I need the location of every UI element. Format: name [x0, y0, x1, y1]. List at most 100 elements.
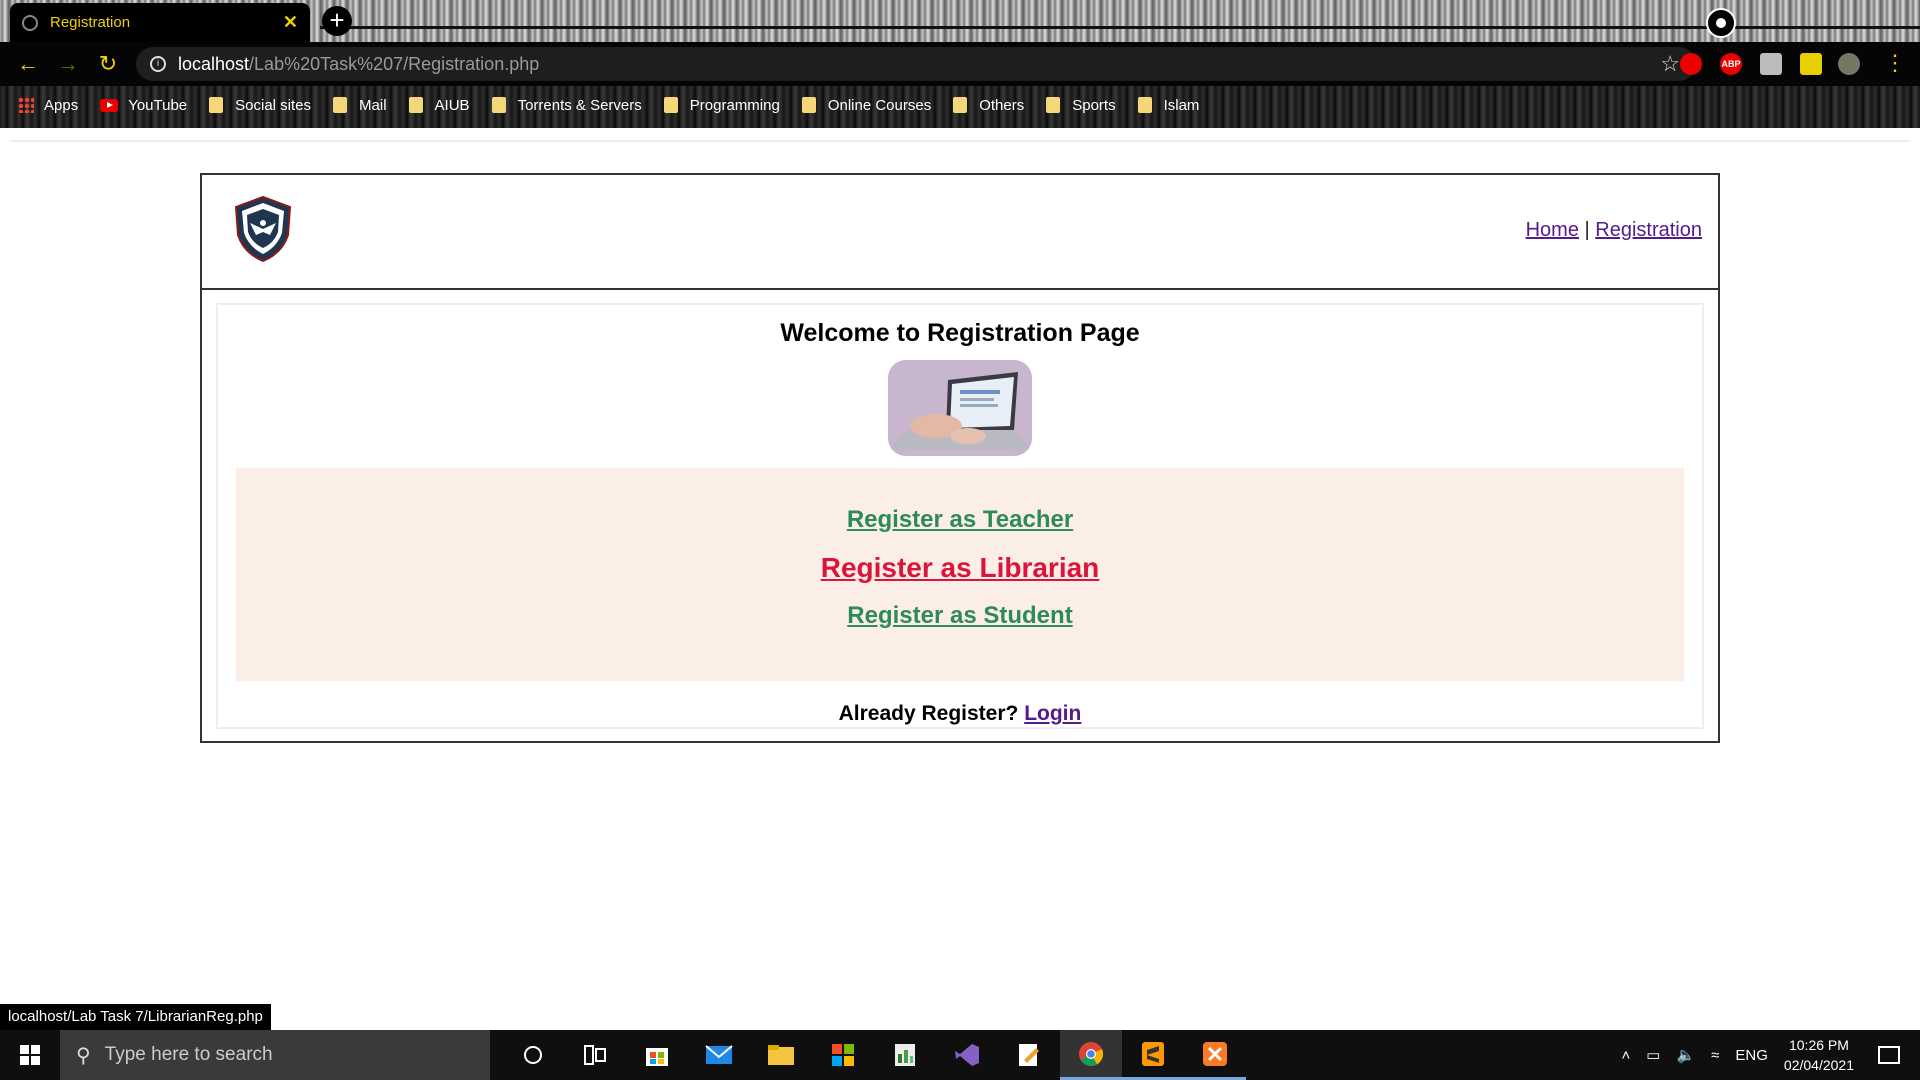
login-link[interactable]: Login — [1024, 702, 1081, 725]
bookmark-folder-islam[interactable]: Islam — [1137, 97, 1199, 114]
new-tab-button[interactable]: + — [322, 6, 352, 36]
apps-grid-icon — [18, 97, 34, 113]
url-host: localhost — [178, 53, 250, 74]
folder-icon — [1137, 97, 1152, 113]
bookmark-youtube[interactable]: YouTube — [100, 97, 187, 114]
paint-app[interactable] — [998, 1030, 1060, 1080]
youtube-icon — [100, 98, 119, 112]
status-bar-url: localhost/Lab Task 7/LibrarianReg.php — [0, 1004, 271, 1030]
bookmark-star-icon[interactable]: ☆ — [1660, 51, 1680, 77]
bookmark-folder-sports[interactable]: Sports — [1046, 97, 1116, 114]
bookmark-folder-aiub[interactable]: AIUB — [408, 97, 470, 114]
windows-taskbar: ⚲ Type here to search ˄ ▭ 🔈 ≈ ENG 10:26 … — [0, 1030, 1920, 1080]
bookmark-folder-torrents[interactable]: Torrents & Servers — [491, 97, 642, 114]
taskbar-search[interactable]: ⚲ Type here to search — [60, 1030, 490, 1080]
office-app[interactable] — [812, 1030, 874, 1080]
laptop-image — [888, 360, 1032, 456]
chrome-icon — [1079, 1041, 1104, 1066]
sheet-app[interactable] — [874, 1030, 936, 1080]
folder-icon — [491, 97, 506, 113]
taskbar-apps — [502, 1030, 1246, 1080]
page-title: Welcome to Registration Page — [780, 319, 1140, 347]
visual-studio-icon — [955, 1044, 979, 1066]
spreadsheet-icon — [895, 1044, 915, 1066]
xampp-icon — [1203, 1041, 1227, 1066]
register-options-panel: Register as Teacher Register as Libraria… — [236, 468, 1684, 681]
clock-time: 10:26 PM — [1788, 1037, 1849, 1053]
cortana-button[interactable] — [502, 1030, 564, 1080]
wifi-icon[interactable]: ≈ — [1711, 1047, 1719, 1064]
search-placeholder: Type here to search — [104, 1044, 273, 1065]
folder-icon — [768, 1045, 794, 1065]
bookmark-apps[interactable]: Apps — [18, 97, 78, 114]
mail-icon — [705, 1045, 733, 1064]
bookmark-folder-courses[interactable]: Online Courses — [801, 97, 931, 114]
adblock-icon[interactable] — [1680, 53, 1702, 75]
page-frame: Home | Registration Welcome to Registrat… — [200, 173, 1720, 743]
tab-title: Registration — [50, 14, 131, 31]
bookmark-folder-social[interactable]: Social sites — [209, 97, 311, 114]
visual-studio-app[interactable] — [936, 1030, 998, 1080]
bookmark-folder-others[interactable]: Others — [953, 97, 1024, 114]
menu-dots-icon[interactable]: ⋮ — [1884, 50, 1906, 75]
sublime-app[interactable] — [1122, 1030, 1184, 1080]
nav-home-link[interactable]: Home — [1526, 219, 1579, 241]
cortana-icon — [524, 1046, 542, 1064]
forward-arrow-icon[interactable]: → — [48, 51, 88, 77]
register-student-link[interactable]: Register as Student — [236, 602, 1684, 630]
chevron-up-icon[interactable]: ˄ — [1622, 1047, 1631, 1064]
clock[interactable]: 10:26 PM 02/04/2021 — [1784, 1035, 1854, 1075]
paint-icon — [1019, 1044, 1039, 1066]
battery-icon[interactable]: ▭ — [1646, 1046, 1660, 1064]
media-control-icon[interactable] — [1706, 8, 1736, 38]
mail-app[interactable] — [688, 1030, 750, 1080]
registration-box: Welcome to Registration Page Register as… — [216, 303, 1704, 729]
puzzle-icon[interactable] — [1800, 53, 1822, 75]
volume-icon[interactable]: 🔈 — [1676, 1046, 1695, 1064]
info-icon[interactable]: i — [150, 56, 166, 72]
top-divider — [10, 140, 1910, 142]
bookmark-folder-programming[interactable]: Programming — [663, 97, 780, 114]
extension-icon[interactable] — [1760, 53, 1782, 75]
folder-icon — [408, 97, 423, 113]
abp-icon[interactable]: ABP — [1720, 53, 1742, 75]
top-nav: Home | Registration — [1526, 219, 1702, 242]
file-explorer-app[interactable] — [750, 1030, 812, 1080]
notification-icon[interactable] — [1878, 1046, 1900, 1064]
task-view-icon — [584, 1045, 606, 1065]
tab-registration[interactable]: Registration ✕ — [10, 3, 310, 42]
close-tab-icon[interactable]: ✕ — [283, 12, 298, 33]
browser-chrome: Registration ✕ + ← → ↻ i localhost/Lab%2… — [0, 0, 1920, 128]
register-librarian-link[interactable]: Register as Librarian — [236, 552, 1684, 584]
store-app[interactable] — [626, 1030, 688, 1080]
already-registered-text: Already Register? — [838, 702, 1019, 725]
bookmarks-bar: Apps YouTube Social sites Mail AIUB Torr… — [0, 88, 1920, 122]
nav-registration-link[interactable]: Registration — [1595, 219, 1702, 241]
bookmark-folder-mail[interactable]: Mail — [333, 97, 387, 114]
folder-icon — [801, 97, 816, 113]
xampp-app[interactable] — [1184, 1030, 1246, 1080]
folder-icon — [333, 97, 348, 113]
address-bar[interactable]: i localhost/Lab%20Task%207/Registration.… — [136, 47, 1696, 81]
site-header: Home | Registration — [202, 175, 1718, 290]
avatar[interactable] — [1838, 53, 1860, 75]
system-tray: ˄ ▭ 🔈 ≈ ENG 10:26 PM 02/04/2021 — [1622, 1030, 1920, 1080]
language-indicator[interactable]: ENG — [1735, 1047, 1768, 1064]
back-arrow-icon[interactable]: ← — [8, 51, 48, 77]
globe-icon — [22, 14, 38, 31]
login-prompt: Already Register? Login — [218, 702, 1702, 726]
url-path: /Lab%20Task%207/Registration.php — [249, 53, 540, 74]
clock-date: 02/04/2021 — [1783, 1057, 1854, 1073]
reload-icon[interactable]: ↻ — [88, 51, 128, 77]
folder-icon — [1046, 97, 1061, 113]
start-button[interactable] — [0, 1030, 60, 1080]
folder-icon — [209, 97, 224, 113]
browser-toolbar: ← → ↻ i localhost/Lab%20Task%207/Registr… — [0, 42, 1920, 86]
folder-icon — [953, 97, 968, 113]
register-teacher-link[interactable]: Register as Teacher — [236, 506, 1684, 534]
windows-logo-icon — [20, 1045, 40, 1065]
task-view-button[interactable] — [564, 1030, 626, 1080]
folder-icon — [663, 97, 678, 113]
sublime-icon — [1142, 1041, 1164, 1066]
chrome-app[interactable] — [1060, 1030, 1122, 1080]
